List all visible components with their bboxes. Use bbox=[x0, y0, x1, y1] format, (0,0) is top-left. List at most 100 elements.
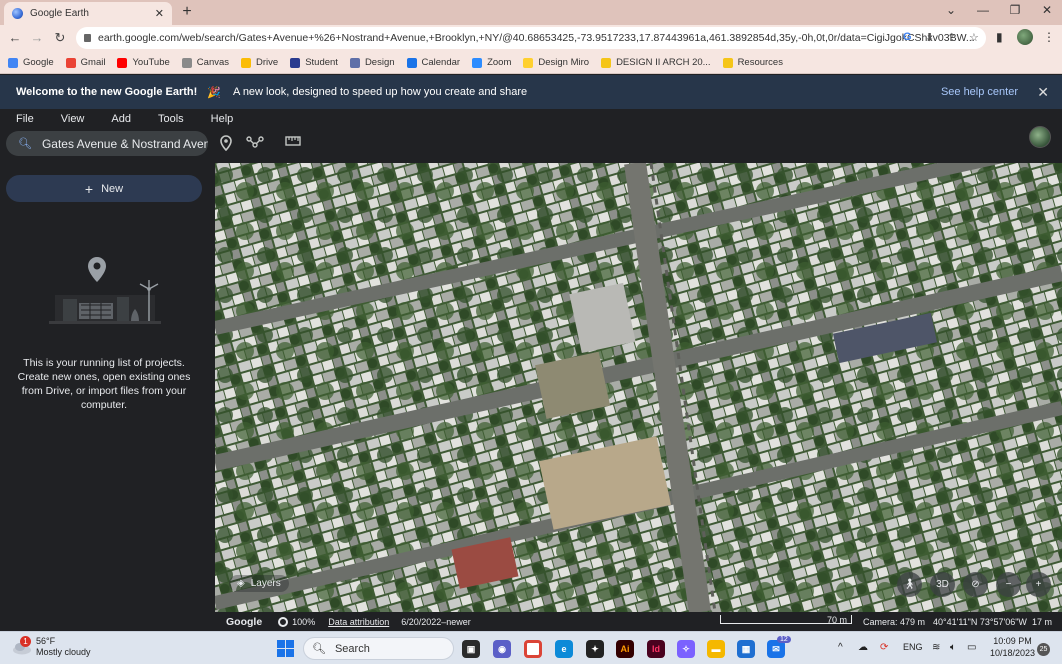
notification-count-badge[interactable]: 25 bbox=[1037, 643, 1050, 656]
account-avatar[interactable] bbox=[1029, 126, 1051, 148]
chrome-profile-avatar[interactable] bbox=[1017, 29, 1033, 45]
bookmark-item[interactable]: Student bbox=[290, 57, 338, 68]
bookmark-star-icon[interactable]: ☆ bbox=[969, 31, 979, 44]
language-indicator[interactable]: ENG bbox=[903, 642, 923, 652]
tab-search-chevron-icon[interactable]: ⌄ bbox=[941, 3, 961, 17]
bookmark-item[interactable]: Zoom bbox=[472, 57, 511, 68]
add-placemark-icon[interactable] bbox=[219, 135, 233, 154]
edge-icon[interactable]: e bbox=[555, 640, 573, 658]
share-icon[interactable]: ⇪ bbox=[947, 31, 956, 44]
menu-tools[interactable]: Tools bbox=[158, 113, 184, 125]
camera-altitude: Camera: 479 m bbox=[863, 617, 926, 627]
bookmark-label: Zoom bbox=[487, 57, 512, 68]
menu-view[interactable]: View bbox=[61, 113, 85, 125]
chrome-menu-icon[interactable]: ⋮ bbox=[1043, 30, 1055, 44]
zoom-in-button[interactable]: + bbox=[1026, 572, 1051, 597]
weather-temperature: 56°F bbox=[36, 636, 56, 646]
bookmark-item[interactable]: DESIGN II ARCH 20... bbox=[601, 57, 711, 68]
bookmark-item[interactable]: Design Miro bbox=[523, 57, 589, 68]
browser-tab[interactable]: Google Earth ✕ bbox=[4, 2, 172, 25]
zoom-out-button[interactable]: − bbox=[996, 572, 1021, 597]
bookmark-item[interactable]: YouTube bbox=[117, 57, 170, 68]
microsoft-store-icon[interactable]: ▦ bbox=[737, 640, 755, 658]
bookmark-favicon-icon bbox=[523, 57, 534, 68]
creative-cloud-icon[interactable]: ☁ bbox=[858, 642, 868, 653]
show-hidden-icons-chevron-icon[interactable]: ^ bbox=[838, 642, 843, 653]
satellite-imagery[interactable] bbox=[215, 163, 1062, 612]
task-view-icon[interactable]: ▣ bbox=[462, 640, 480, 658]
new-tab-button[interactable]: + bbox=[178, 3, 196, 21]
taskbar-search-box[interactable]: 🔍︎ Search bbox=[303, 637, 454, 660]
loading-ring-icon bbox=[278, 616, 289, 627]
browser-tab-strip: Google Earth ✕ + ⌄ — ❐ ✕ bbox=[0, 0, 1062, 25]
bookmark-item[interactable]: Design bbox=[349, 57, 395, 68]
bookmark-item[interactable]: Canvas bbox=[181, 57, 229, 68]
compass-reset-icon[interactable]: ⊘ bbox=[963, 572, 988, 597]
scale-label: 70 m bbox=[827, 615, 848, 625]
load-percent: 100% bbox=[292, 616, 316, 627]
cloudy-weather-icon: 1 bbox=[12, 636, 32, 655]
banner-close-icon[interactable]: ✕ bbox=[1037, 84, 1049, 101]
taskbar-search-icon: 🔍︎ bbox=[312, 643, 326, 655]
menu-add[interactable]: Add bbox=[111, 113, 131, 125]
help-center-link[interactable]: See help center bbox=[941, 86, 1018, 98]
copilot-icon[interactable]: ✧ bbox=[677, 640, 695, 658]
bookmark-label: Google bbox=[23, 57, 54, 68]
new-project-button[interactable]: + New bbox=[6, 175, 202, 202]
install-app-icon[interactable]: ⬇ bbox=[925, 31, 934, 44]
bookmark-favicon-icon bbox=[65, 57, 76, 68]
weather-widget[interactable]: 1 56°F Mostly cloudy bbox=[12, 636, 91, 658]
windows-start-icon[interactable] bbox=[277, 640, 294, 657]
sync-icon[interactable]: ⟳ bbox=[880, 642, 888, 653]
welcome-banner: Welcome to the new Google Earth! 🎉 A new… bbox=[0, 75, 1062, 109]
bookmark-item[interactable]: Calendar bbox=[406, 57, 460, 68]
address-bar[interactable]: earth.google.com/web/search/Gates+Avenue… bbox=[76, 27, 986, 49]
draw-path-icon[interactable] bbox=[246, 135, 264, 152]
illustrator-icon[interactable]: Ai bbox=[616, 640, 634, 658]
volume-icon[interactable]: 🔈︎ bbox=[950, 642, 956, 653]
minimize-window-button[interactable]: — bbox=[973, 3, 993, 17]
tab-close-icon[interactable]: ✕ bbox=[155, 7, 164, 20]
google-lens-icon[interactable]: G bbox=[903, 31, 912, 43]
battery-icon[interactable]: ▭ bbox=[967, 642, 976, 653]
inkscape-icon[interactable]: ✦ bbox=[586, 640, 604, 658]
party-popper-icon: 🎉 bbox=[207, 86, 222, 99]
system-clock[interactable]: 10:09 PM 10/18/2023 bbox=[990, 635, 1035, 659]
indesign-icon[interactable]: Id bbox=[647, 640, 665, 658]
data-attribution-link[interactable]: Data attribution bbox=[328, 617, 389, 627]
menu-help[interactable]: Help bbox=[211, 113, 234, 125]
menu-file[interactable]: File bbox=[16, 113, 34, 125]
satellite-map-view[interactable]: ◈ Layers 🚶︎ 3D ⊘ − + bbox=[215, 163, 1062, 612]
reload-icon[interactable]: ↻ bbox=[52, 30, 68, 46]
restore-window-button[interactable]: ❐ bbox=[1005, 3, 1025, 17]
bookmark-favicon-icon bbox=[601, 57, 612, 68]
teams-chat-icon[interactable]: ◉ bbox=[493, 640, 511, 658]
windows-taskbar: 1 56°F Mostly cloudy 🔍︎ Search ▣ ◉ e ✦ A… bbox=[0, 631, 1062, 664]
chrome-taskbar-icon[interactable] bbox=[524, 640, 542, 658]
file-explorer-icon[interactable]: ▬ bbox=[707, 640, 725, 658]
plus-icon: + bbox=[84, 180, 94, 197]
forward-arrow-icon[interactable]: → bbox=[29, 30, 45, 46]
lock-icon bbox=[84, 34, 91, 42]
toggle-3d-button[interactable]: 3D bbox=[930, 572, 955, 597]
bookmark-item[interactable]: Drive bbox=[241, 57, 278, 68]
side-panel-icon[interactable]: ▮ bbox=[996, 30, 1003, 44]
back-arrow-icon[interactable]: ← bbox=[7, 30, 23, 46]
url-text: earth.google.com/web/search/Gates+Avenue… bbox=[98, 32, 975, 44]
projects-sidebar: + New This is your running list of proje… bbox=[0, 163, 215, 612]
search-input[interactable]: 🔍︎ Gates Avenue & Nostrand Avenue bbox=[6, 131, 208, 156]
bookmark-item[interactable]: Resources bbox=[722, 57, 783, 68]
bookmark-favicon-icon bbox=[349, 57, 360, 68]
menu-bar: File View Add Tools Help bbox=[16, 113, 260, 125]
pegman-street-view-icon[interactable]: 🚶︎ bbox=[897, 572, 922, 597]
banner-welcome-text: Welcome to the new Google Earth! bbox=[16, 86, 198, 98]
measure-ruler-icon[interactable] bbox=[285, 135, 301, 150]
bookmark-item[interactable]: Google bbox=[8, 57, 54, 68]
wifi-icon[interactable]: ≋ bbox=[932, 642, 940, 653]
bookmark-favicon-icon bbox=[406, 57, 417, 68]
elevation-text: 17 m bbox=[1031, 617, 1052, 627]
close-window-button[interactable]: ✕ bbox=[1037, 3, 1057, 17]
coordinates-text: 40°41'11"N 73°57'06"W bbox=[933, 617, 1027, 627]
bookmark-item[interactable]: Gmail bbox=[65, 57, 105, 68]
layers-button[interactable]: ◈ Layers bbox=[229, 575, 289, 592]
